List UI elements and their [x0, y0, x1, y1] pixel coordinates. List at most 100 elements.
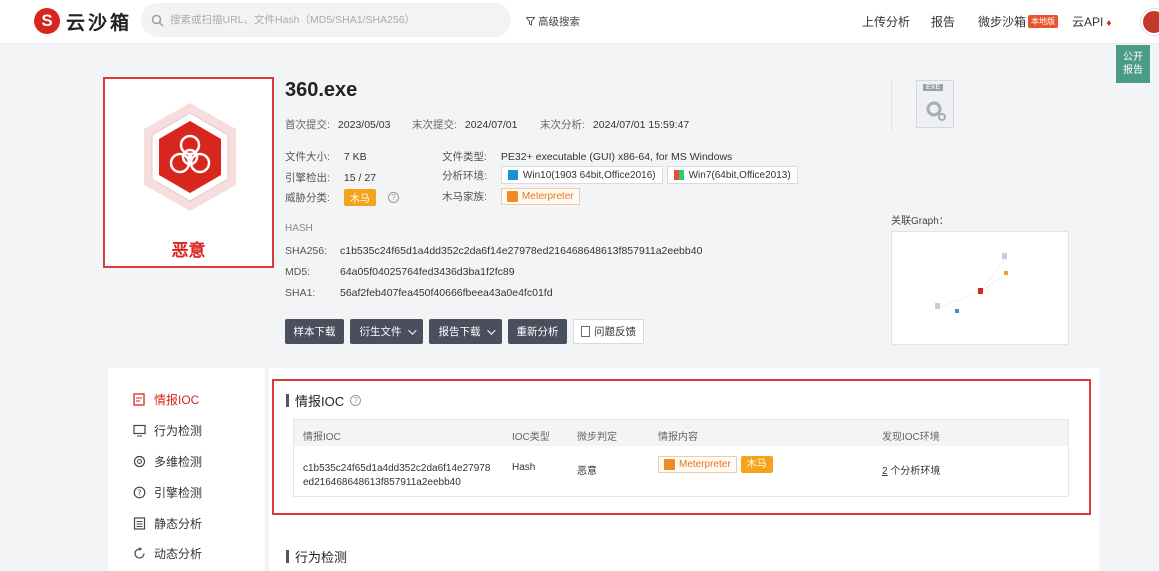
behavior-title-text: 行为检测 [295, 550, 348, 565]
file-type: 文件类型: PE32+ executable (GUI) x86-64, for … [442, 149, 732, 164]
sidebar-item-ioc[interactable]: 情报IOC [133, 391, 199, 408]
ioc-line1: c1b535c24f65d1a4dd352c2da6f14e27978 [303, 463, 491, 474]
radar-icon [133, 455, 146, 468]
header-ioc: 情报IOC [303, 432, 341, 443]
ioc-cell[interactable]: c1b535c24f65d1a4dd352c2da6f14e27978 ed21… [303, 462, 490, 490]
family-tag-label: Meterpreter [521, 191, 574, 202]
header-env: 发现IOC环境 [882, 432, 940, 443]
sidebar-item-multidim[interactable]: 多维检测 [133, 453, 202, 470]
derived-files-label: 衍生文件 [359, 326, 402, 338]
sidebar-item-label: 引擎检测 [154, 486, 203, 500]
nav-upload[interactable]: 上传分析 [862, 13, 910, 30]
env-win7-tag[interactable]: Win7(64bit,Office2013) [666, 166, 798, 184]
engine-hits: 引擎检出: 15 / 27 [285, 170, 376, 185]
threat-class: 威胁分类: 木马? [285, 189, 399, 206]
file-name: 360.exe [285, 79, 358, 101]
sidebar-item-dynamic[interactable]: 动态分析 [133, 545, 202, 562]
table-header: 情报IOC IOC类型 微步判定 情报内容 发现IOC环境 [294, 420, 1068, 446]
sidebar-item-behavior[interactable]: 行为检测 [133, 422, 202, 439]
ioc-title-text: 情报IOC [295, 394, 345, 409]
env-win10-tag[interactable]: Win10(1903 64bit,Office2016) [500, 166, 663, 184]
intel-family-tag[interactable]: Meterpreter [658, 456, 737, 473]
env-count-link[interactable]: 2 [882, 466, 888, 477]
verdict-panel: 恶意 [103, 77, 274, 268]
threat-class-label: 威胁分类: [285, 192, 330, 204]
nav-api-label: 云API [1072, 15, 1104, 29]
tag-icon [506, 191, 518, 202]
hash-section-label: HASH [285, 223, 313, 234]
header-intel: 情报内容 [658, 432, 698, 443]
ioc-type-cell: Hash [512, 462, 536, 473]
sidebar-item-engine[interactable]: ? 引擎检测 [133, 484, 202, 501]
engine-total-value: / 27 [358, 172, 377, 184]
intel-family-label: Meterpreter [679, 459, 731, 470]
env-win10-label: Win10(1903 64bit,Office2016) [522, 169, 656, 181]
last-submit-label: 末次提交: [412, 119, 457, 131]
sha256-value[interactable]: c1b535c24f65d1a4dd352c2da6f14e27978ed216… [340, 245, 702, 257]
public-report-line2: 报告 [1123, 65, 1143, 76]
biohazard-icon [135, 99, 245, 219]
maple-icon: ♦ [1106, 18, 1112, 29]
report-download-label: 报告下载 [438, 326, 481, 338]
download-sample-button[interactable]: 样本下载 [285, 319, 344, 344]
reanalyze-button[interactable]: 重新分析 [508, 319, 567, 344]
md5-label: MD5: [285, 266, 311, 278]
sidebar-item-label: 行为检测 [154, 424, 203, 438]
ioc-table: 情报IOC IOC类型 微步判定 情报内容 发现IOC环境 c1b535c24f… [293, 419, 1069, 497]
behavior-section-title: 行为检测 [286, 547, 347, 566]
avatar[interactable] [1141, 9, 1159, 35]
sidebar-item-label: 静态分析 [154, 517, 203, 531]
header-verdict: 微步判定 [577, 432, 617, 443]
exe-file-icon: EXE [916, 80, 954, 128]
sha1-row: SHA1: 56af2feb407fea450f40666fbeea43a0e4f… [285, 287, 553, 299]
title-bar [286, 394, 289, 407]
graph-label: 关联Graph： [891, 216, 949, 227]
intel-threat-tag[interactable]: 木马 [740, 456, 773, 473]
first-submit: 首次提交: 2023/05/03 [285, 117, 390, 132]
svg-text:?: ? [137, 489, 141, 498]
sha1-value[interactable]: 56af2feb407fea450f40666fbeea43a0e4fc01fd [340, 287, 553, 299]
verdict-label: 恶意 [171, 241, 206, 260]
sidebar-item-label: 动态分析 [154, 547, 203, 561]
download-sample-label: 样本下载 [293, 326, 336, 338]
logo[interactable]: S 云沙箱 [34, 8, 132, 34]
help-icon[interactable]: ? [387, 192, 399, 203]
sidebar: 情报IOC 行为检测 多维检测 ? 引擎检测 静态分析 动态分析 [108, 368, 265, 571]
list-icon [133, 517, 146, 530]
derived-files-button[interactable]: 衍生文件 [350, 319, 423, 344]
last-submit: 末次提交: 2024/07/01 [412, 117, 517, 132]
reanalyze-label: 重新分析 [516, 326, 559, 338]
file-ext-label: EXE [923, 84, 944, 91]
nav-report[interactable]: 报告 [931, 13, 955, 30]
engine-hits-label: 引擎检出: [285, 172, 330, 184]
md5-value[interactable]: 64a05f04025764fed3436d3ba1f2fc89 [340, 266, 515, 278]
trojan-family: 木马家族: Meterpreter [442, 188, 580, 205]
nav-sandbox[interactable]: 微步沙箱 本地版 [978, 13, 1059, 30]
search-input[interactable] [170, 14, 490, 26]
relation-graph[interactable] [891, 231, 1069, 345]
sha1-label: SHA1: [285, 287, 316, 299]
advanced-search-link[interactable]: 高级搜索 [526, 14, 580, 29]
windows7-icon [673, 170, 684, 180]
first-submit-label: 首次提交: [285, 119, 330, 131]
md5-row: MD5: 64a05f04025764fed3436d3ba1f2fc89 [285, 266, 515, 278]
title-bar [286, 550, 289, 563]
help-icon[interactable]: ? [350, 395, 362, 406]
document-icon [581, 326, 590, 337]
nav-api[interactable]: 云API ♦ [1072, 13, 1111, 30]
monitor-icon [133, 424, 146, 437]
threat-tag[interactable]: 木马 [343, 189, 376, 206]
public-report-line1: 公开 [1123, 52, 1143, 63]
refresh-icon [134, 547, 145, 559]
intel-cell: Meterpreter 木马 [658, 456, 773, 473]
advanced-search-label: 高级搜索 [538, 16, 580, 28]
public-report-tab[interactable]: 公开 报告 [1116, 45, 1150, 83]
report-download-button[interactable]: 报告下载 [429, 319, 502, 344]
feedback-button[interactable]: 问题反馈 [573, 319, 644, 344]
env-win7-label: Win7(64bit,Office2013) [688, 169, 791, 181]
search-bar[interactable] [141, 3, 511, 37]
sidebar-item-label: 情报IOC [154, 393, 200, 407]
sidebar-item-static[interactable]: 静态分析 [133, 515, 202, 532]
file-type-label: 文件类型: [442, 151, 487, 163]
family-tag[interactable]: Meterpreter [500, 188, 580, 205]
